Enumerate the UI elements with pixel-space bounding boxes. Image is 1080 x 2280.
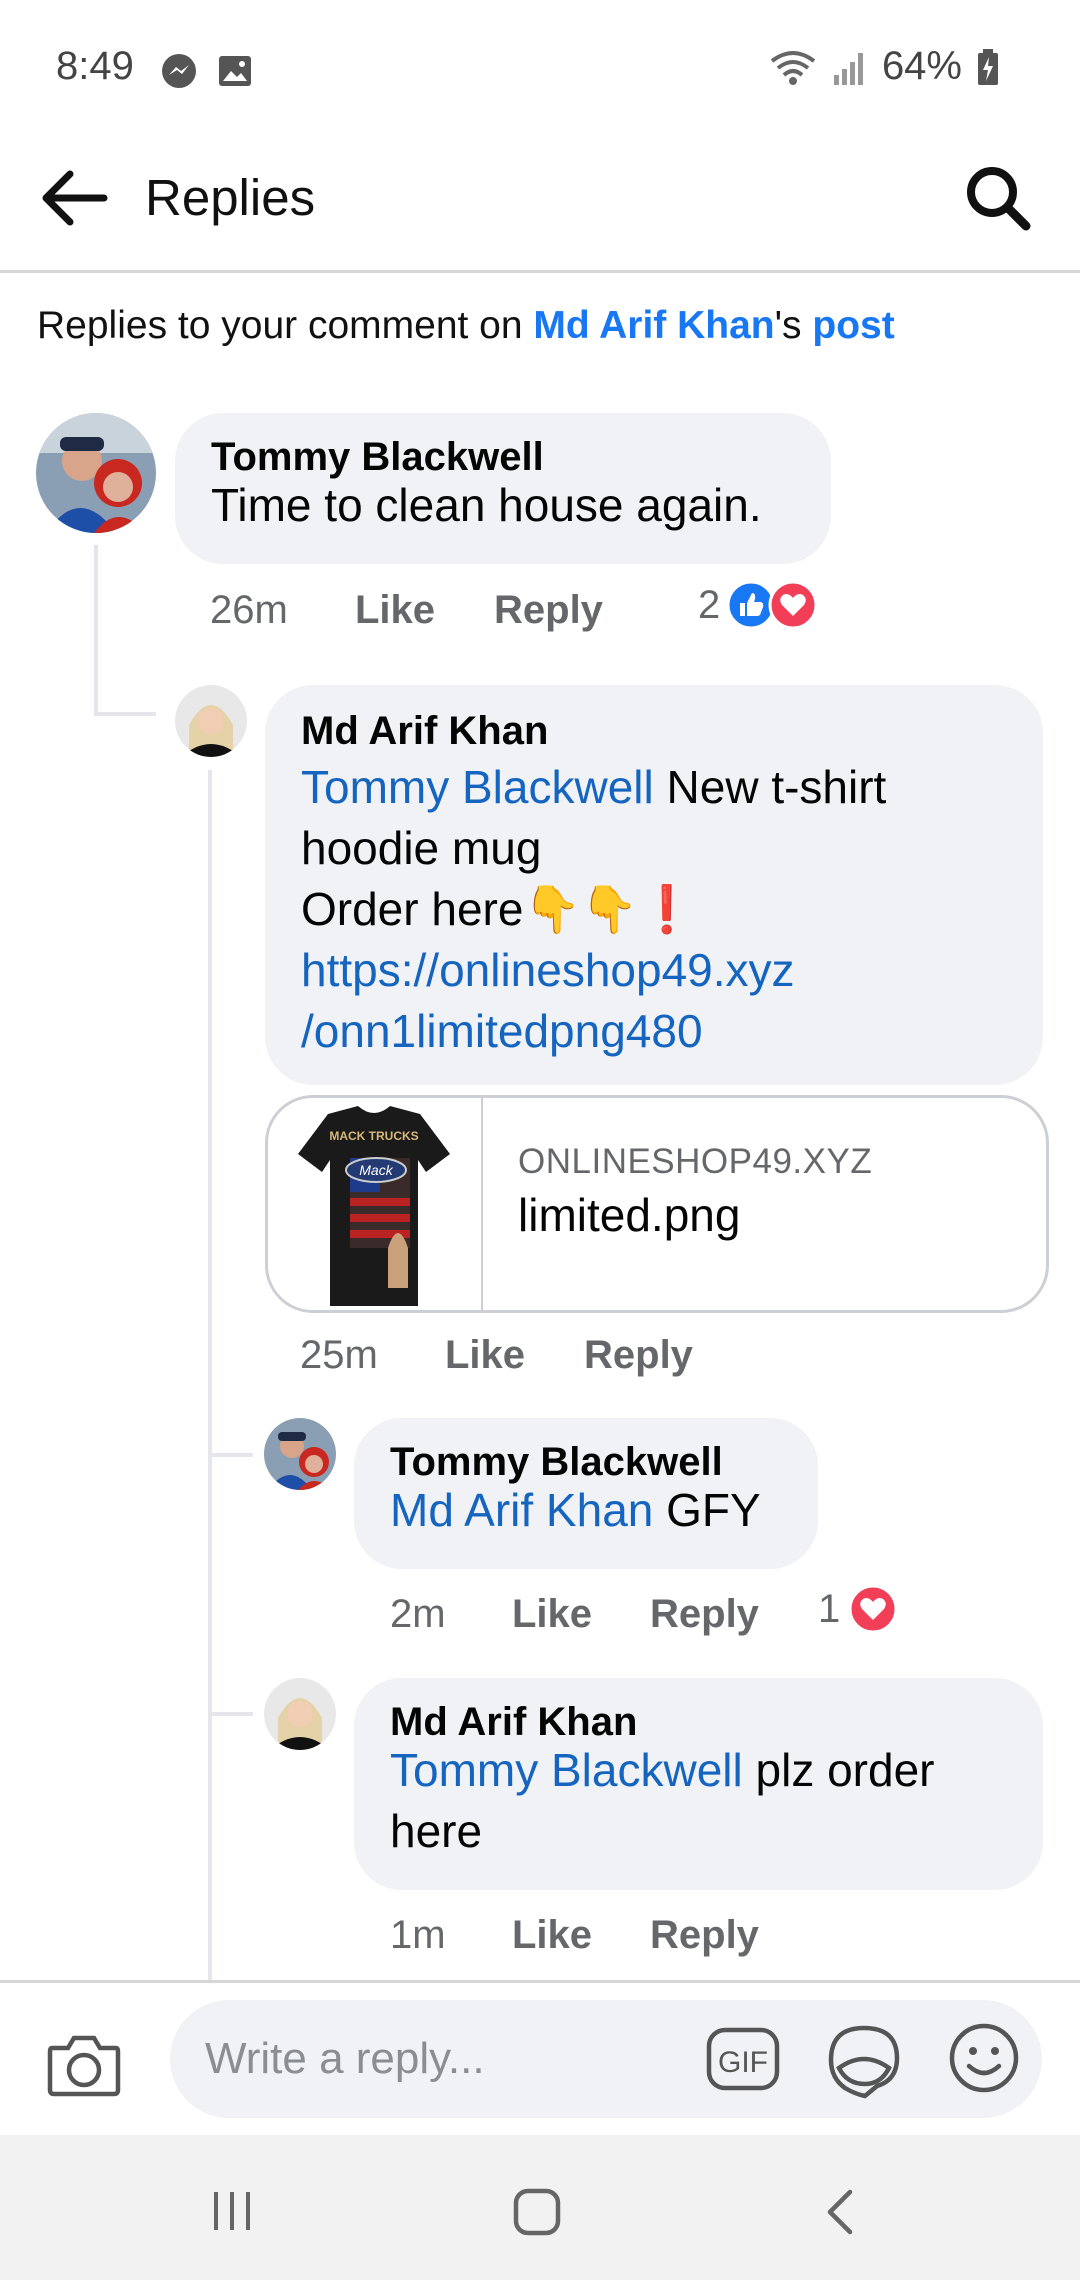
wifi-icon [770, 50, 816, 85]
replies-context: Replies to your comment on Md Arif Khan'… [37, 304, 895, 348]
avatar-photo [36, 413, 156, 533]
comment-author[interactable]: Tommy Blackwell [390, 1440, 723, 1485]
battery-percent: 64% [881, 44, 962, 88]
avatar-photo [264, 1418, 336, 1490]
avatar-photo [175, 685, 247, 757]
avatar[interactable] [264, 1678, 336, 1750]
reply-button[interactable]: Reply [650, 1913, 759, 1958]
emoji-text: 👇👇❗ [523, 883, 696, 935]
preview-domain: ONLINESHOP49.XYZ [518, 1142, 873, 1181]
messenger-icon [162, 54, 196, 88]
status-right: 64% [768, 44, 1000, 89]
sticker-icon [828, 2025, 900, 2099]
comment-text-line: Order here [301, 883, 524, 935]
tshirt-image: Mack MACK TRUCKS [298, 1106, 450, 1306]
reply-button[interactable]: Reply [650, 1592, 759, 1637]
back-nav-button[interactable] [818, 2186, 864, 2238]
like-button[interactable]: Like [445, 1333, 525, 1378]
comment-author[interactable]: Md Arif Khan [390, 1700, 637, 1745]
gif-button[interactable]: GIF [705, 2026, 781, 2092]
svg-text:GIF: GIF [718, 2046, 768, 2079]
comment-text: Md Arif Khan GFY [390, 1484, 761, 1536]
post-link[interactable]: post [812, 304, 894, 347]
comment-author[interactable]: Md Arif Khan [301, 709, 548, 754]
comment-text-line: hoodie mug [301, 822, 542, 874]
reaction-count: 1 [818, 1586, 841, 1631]
avatar[interactable] [175, 685, 247, 757]
camera-icon [47, 2035, 121, 2097]
thread-line [208, 1453, 253, 1457]
comment-text: Tommy Blackwell New t-shirt hoodie mug O… [301, 757, 1021, 1062]
love-reaction-icon [848, 1584, 898, 1634]
thread-line [208, 1712, 253, 1716]
gif-icon: GIF [706, 2027, 780, 2091]
signal-icon [833, 52, 863, 85]
emoji-icon [949, 2023, 1019, 2093]
love-reaction-icon [768, 580, 818, 630]
url-link[interactable]: https://onlineshop49.xyz/onn1limitedpng4… [301, 944, 795, 1057]
reactions-summary[interactable]: 1 [818, 1584, 898, 1634]
thread-line [94, 712, 156, 716]
reply-button[interactable]: Reply [494, 588, 603, 633]
arrow-left-icon [42, 170, 108, 226]
page-title: Replies [145, 169, 316, 226]
status-notification-icons [160, 52, 254, 90]
battery-charging-icon [978, 48, 998, 85]
like-button[interactable]: Like [512, 1913, 592, 1958]
comment-bubble[interactable]: Tommy Blackwell Time to clean house agai… [175, 413, 831, 564]
thread-line [94, 545, 98, 715]
reply-input-placeholder[interactable]: Write a reply... [205, 2034, 485, 2084]
preview-image: Mack MACK TRUCKS [268, 1098, 483, 1310]
link-preview-card[interactable]: Mack MACK TRUCKS ONLINESHOP49.XYZ limite… [265, 1095, 1049, 1313]
mention-link[interactable]: Tommy Blackwell [390, 1744, 743, 1796]
reply-button[interactable]: Reply [584, 1333, 693, 1378]
image-logo-text: Mack [359, 1162, 393, 1178]
comment-bubble[interactable]: Md Arif Khan Tommy Blackwell New t-shirt… [265, 685, 1043, 1085]
avatar-photo [264, 1678, 336, 1750]
post-author-link[interactable]: Md Arif Khan [533, 304, 774, 347]
chevron-left-icon [827, 2189, 853, 2235]
avatar[interactable] [264, 1418, 336, 1490]
comment-bubble[interactable]: Tommy Blackwell Md Arif Khan GFY [354, 1418, 818, 1569]
home-icon [513, 2188, 561, 2236]
comment-text: Tommy Blackwell plz order here [390, 1744, 935, 1857]
comment-time: 25m [300, 1333, 378, 1377]
comment-bubble[interactable]: Md Arif Khan Tommy Blackwell plz order h… [354, 1678, 1043, 1890]
like-button[interactable]: Like [355, 588, 435, 633]
search-button[interactable] [960, 160, 1036, 236]
status-time: 8:49 [56, 44, 134, 88]
like-button[interactable]: Like [512, 1592, 592, 1637]
mention-link[interactable]: Md Arif Khan [390, 1484, 653, 1536]
home-button[interactable] [511, 2186, 563, 2238]
reactions-summary[interactable]: 2 [698, 580, 818, 630]
reaction-count: 2 [698, 582, 721, 627]
comment-time: 1m [390, 1913, 446, 1957]
gallery-icon [219, 56, 251, 86]
preview-title: limited.png [518, 1189, 741, 1241]
comment-time: 26m [210, 588, 288, 632]
mention-link[interactable]: Tommy Blackwell [301, 761, 654, 813]
thread-line [208, 770, 212, 1980]
image-top-text: MACK TRUCKS [329, 1129, 418, 1143]
comment-author[interactable]: Tommy Blackwell [211, 435, 544, 480]
comment-time: 2m [390, 1592, 446, 1636]
comment-text-line: New t-shirt [653, 761, 887, 813]
emoji-button[interactable] [948, 2022, 1020, 2094]
comment-text: Time to clean house again. [211, 479, 762, 531]
sticker-button[interactable] [825, 2022, 903, 2100]
context-possessive: 's [774, 304, 813, 347]
avatar[interactable] [36, 413, 156, 533]
search-icon [967, 167, 1031, 231]
back-button[interactable] [36, 160, 112, 236]
recent-apps-icon [214, 2192, 250, 2230]
camera-button[interactable] [44, 2024, 124, 2104]
recent-apps-button[interactable] [208, 2186, 258, 2236]
context-prefix: Replies to your comment on [37, 304, 534, 347]
